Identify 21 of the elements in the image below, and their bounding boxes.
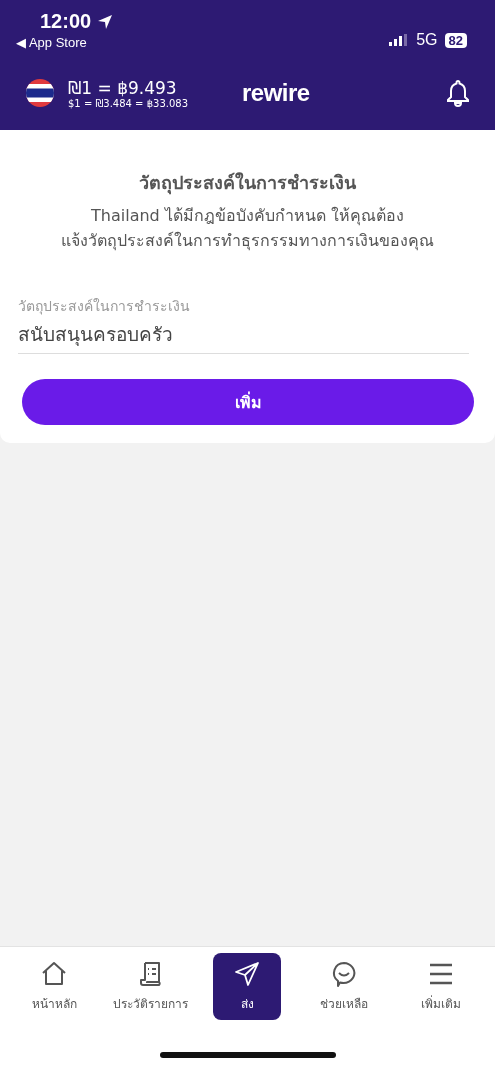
paper-plane-icon [233,960,262,988]
location-arrow-icon [97,13,114,30]
card-title: วัตถุประสงค์ในการชำระเงิน [138,171,357,197]
back-link[interactable]: ◀ App Store [16,35,114,50]
tab-item[interactable]: ส่ง [213,953,282,1020]
thailand-flag-icon [26,79,54,107]
tab-item[interactable]: หน้าหลัก [20,953,89,1020]
exchange-rate-detail: $1 = ₪3.484 = ฿33.083 [68,97,190,109]
info-message: Thailand ได้มีกฎข้อบังคับกำหนด ให้คุณต้อง แจ้งวัตถุประสงค์ในการทำธุรกรรมทางการเงินของคุณ [60,205,435,253]
clock-time: 12:00 [40,10,92,33]
notification-bell-icon[interactable] [447,79,469,107]
field-label: วัตถุประสงค์ในการชำระเงิน [18,297,191,317]
tab-item[interactable]: ช่วยเหลือ [310,953,379,1020]
signal-icon [389,34,410,46]
exchange-rate: ₪1 = ฿9.493 [68,77,178,98]
battery-level: 82 [444,32,467,48]
network-label: 5G [416,31,438,49]
tab-item[interactable]: เพิ่มเติม [406,953,475,1020]
app-logo: rewire [242,79,310,107]
add-button[interactable]: เพิ่ม [22,379,474,425]
purpose-field[interactable]: วัตถุประสงค์ในการชำระเงิน สนับสนุนครอบครัว [18,295,469,354]
